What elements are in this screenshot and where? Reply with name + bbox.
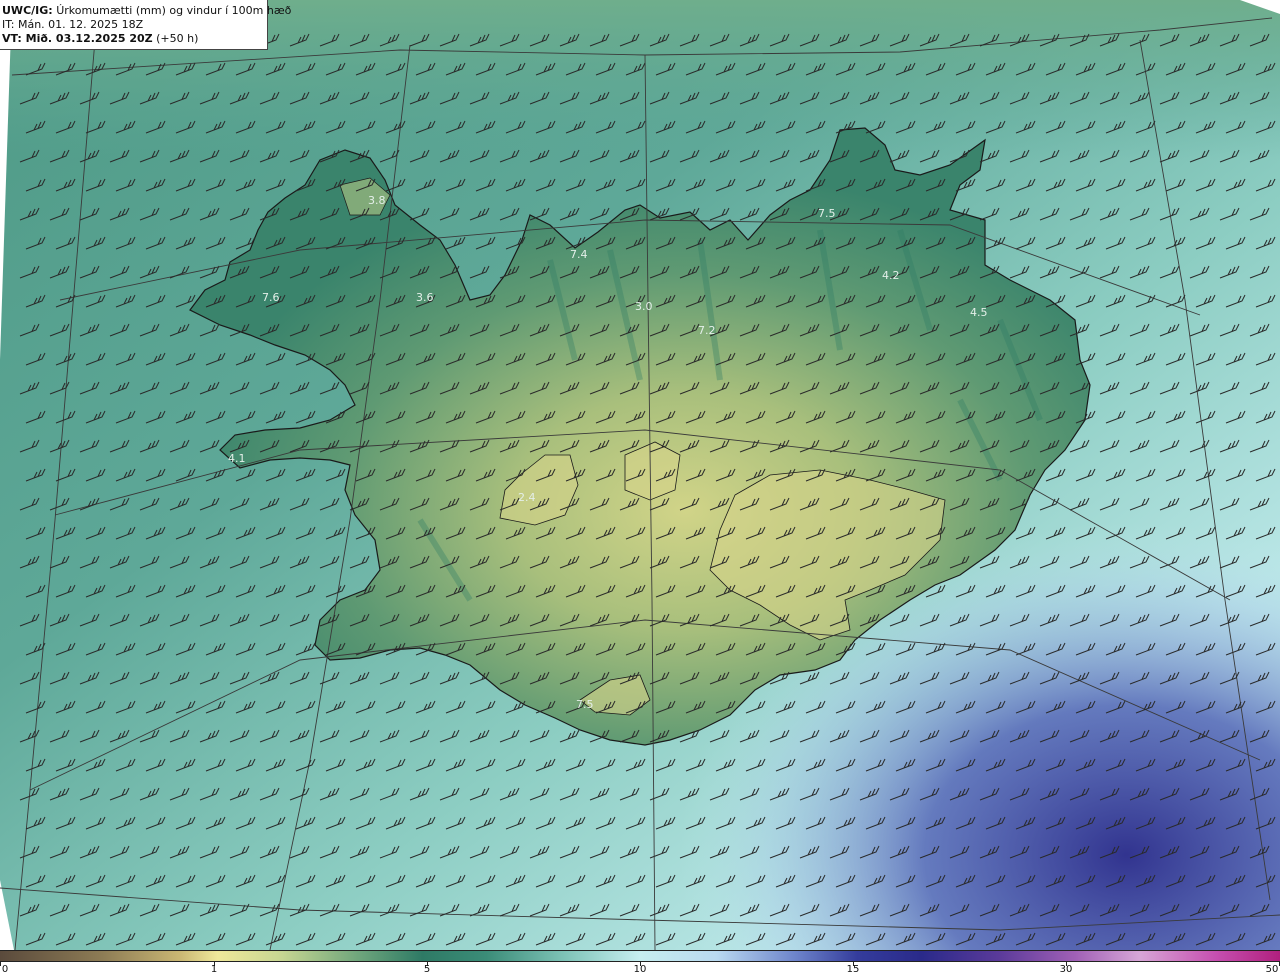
colorbar-label: 0 [1, 964, 9, 975]
initial-time: IT: Mán. 01. 12. 2025 18Z [2, 18, 144, 31]
colorbar-label: 10 [633, 964, 647, 975]
max-label: 7.6 [262, 291, 280, 304]
colorbar-label: 30 [1059, 964, 1073, 975]
colorbar-gradient [0, 950, 1280, 962]
title-row: UWC/IG: Úrkomumætti (mm) og vindur í 100… [2, 4, 291, 18]
max-label: 7.5 [818, 207, 836, 220]
forecast-map: 3.8 7.4 7.5 4.2 4.5 3.0 7.2 7.6 3.6 4.1 … [0, 0, 1280, 950]
colorbar-label: 50 [1265, 964, 1279, 975]
max-label: 2.4 [518, 491, 536, 504]
colorbar-label: 5 [423, 964, 431, 975]
map-info-box: UWC/IG: Úrkomumætti (mm) og vindur í 100… [0, 0, 291, 50]
max-label: 4.1 [228, 452, 246, 465]
max-label: 3.0 [635, 300, 653, 313]
max-label: 3.8 [368, 194, 386, 207]
max-label: 7.5 [576, 698, 594, 711]
title-text: Úrkomumætti (mm) og vindur í 100m hæð [56, 4, 292, 17]
colorbar-label: 1 [210, 964, 218, 975]
colorbar-label: 15 [846, 964, 860, 975]
max-label: 4.2 [882, 269, 900, 282]
max-label: 7.2 [698, 324, 716, 337]
title-prefix: UWC/IG: [2, 4, 53, 17]
forecast-offset: (+50 h) [156, 32, 199, 45]
valid-time: VT: Mið. 03.12.2025 20Z [2, 32, 153, 45]
max-label: 3.6 [416, 291, 434, 304]
colorbar: 0 1 5 10 15 30 50 [0, 950, 1280, 978]
max-label: 4.5 [970, 306, 988, 319]
valid-time-row: VT: Mið. 03.12.2025 20Z (+50 h) [2, 32, 267, 46]
max-label: 7.4 [570, 248, 588, 261]
